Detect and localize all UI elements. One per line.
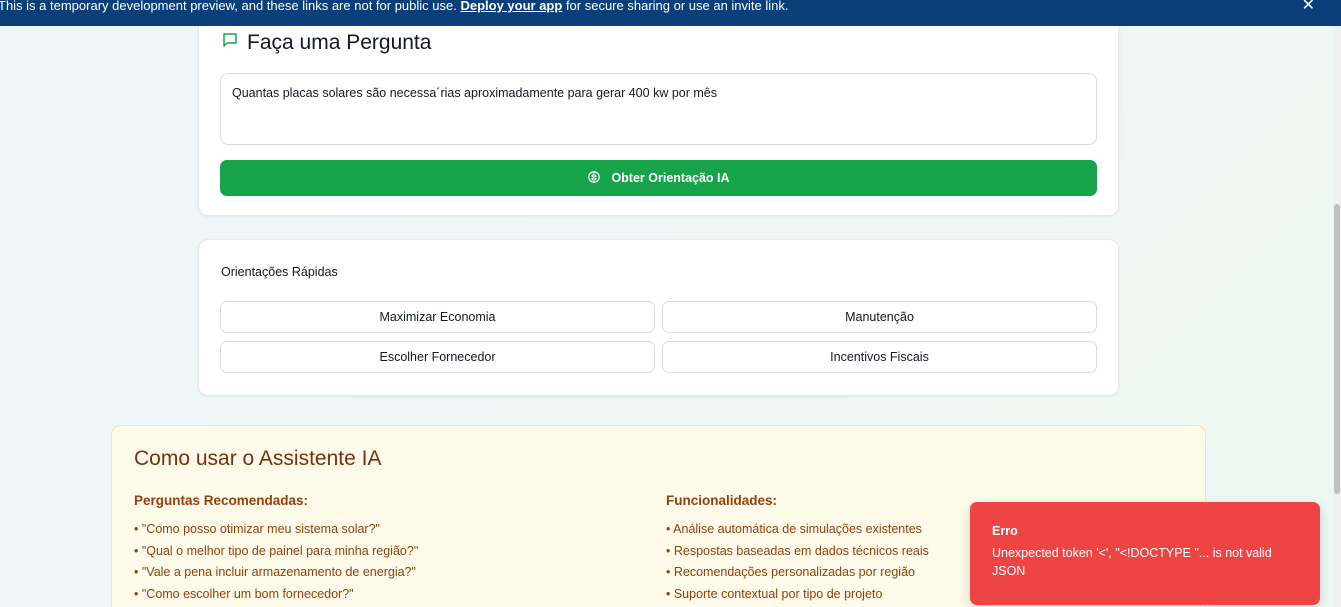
ask-card: Faça uma Pergunta Quantas placas solares… xyxy=(198,0,1119,216)
error-toast-title: Erro xyxy=(992,524,1018,538)
list-item: • "Qual o melhor tipo de painel para min… xyxy=(134,543,419,558)
maximize-savings-button[interactable]: Maximizar Economia xyxy=(220,301,655,333)
features-section: Funcionalidades: • Análise automática de… xyxy=(666,493,929,605)
chat-bubble-icon xyxy=(221,31,239,55)
features-list: • Análise automática de simulações exist… xyxy=(666,519,929,605)
brain-icon xyxy=(587,170,601,187)
preview-banner: This is a temporary development preview,… xyxy=(0,0,1341,26)
ask-title-row: Faça uma Pergunta xyxy=(221,31,431,55)
recommended-questions-list: • "Como posso otimizar meu sistema solar… xyxy=(134,519,418,605)
choose-supplier-button[interactable]: Escolher Fornecedor xyxy=(220,341,655,373)
get-ai-guidance-label: Obter Orientação IA xyxy=(611,171,730,185)
tax-incentives-button[interactable]: Incentivos Fiscais xyxy=(662,341,1097,373)
list-item: • Análise automática de simulações exist… xyxy=(666,522,922,536)
recommended-questions-section: Perguntas Recomendadas: • "Como posso ot… xyxy=(134,493,418,605)
close-icon[interactable]: ✕ xyxy=(1302,0,1315,14)
how-to-use-title: Como usar o Assistente IA xyxy=(134,447,382,470)
deploy-app-link[interactable]: Deploy your app xyxy=(460,0,562,13)
list-item: • Suporte contextual por tipo de projeto xyxy=(666,586,883,601)
error-toast[interactable]: Erro Unexpected token '<', "<!DOCTYPE ".… xyxy=(970,502,1320,605)
banner-text-before: This is a temporary development preview,… xyxy=(0,0,461,13)
list-item: • "Como escolher um bom fornecedor?" xyxy=(134,586,354,601)
page-scrollbar[interactable] xyxy=(1333,26,1341,607)
list-item: • "Vale a pena incluir armazenamento de … xyxy=(134,565,416,579)
recommended-questions-heading: Perguntas Recomendadas: xyxy=(134,493,309,508)
ask-title: Faça uma Pergunta xyxy=(247,31,432,54)
scrollbar-thumb[interactable] xyxy=(1334,204,1340,494)
question-input[interactable]: Quantas placas solares são necessa´rias … xyxy=(220,73,1097,145)
features-heading: Funcionalidades: xyxy=(666,493,778,508)
list-item: • "Como posso otimizar meu sistema solar… xyxy=(134,522,380,536)
quick-guidance-card: Orientações Rápidas Maximizar Economia M… xyxy=(198,239,1119,396)
banner-text: This is a temporary development preview,… xyxy=(0,0,789,14)
quick-guidance-title: Orientações Rápidas xyxy=(221,265,338,279)
list-item: • Recomendações personalizadas por regiã… xyxy=(666,565,915,579)
list-item: • Respostas baseadas em dados técnicos r… xyxy=(666,543,929,558)
error-toast-message: Unexpected token '<', "<!DOCTYPE "... is… xyxy=(992,546,1272,578)
banner-text-after: for secure sharing or use an invite link… xyxy=(562,0,789,13)
maintenance-button[interactable]: Manutenção xyxy=(662,301,1097,333)
get-ai-guidance-button[interactable]: Obter Orientação IA xyxy=(220,160,1097,196)
